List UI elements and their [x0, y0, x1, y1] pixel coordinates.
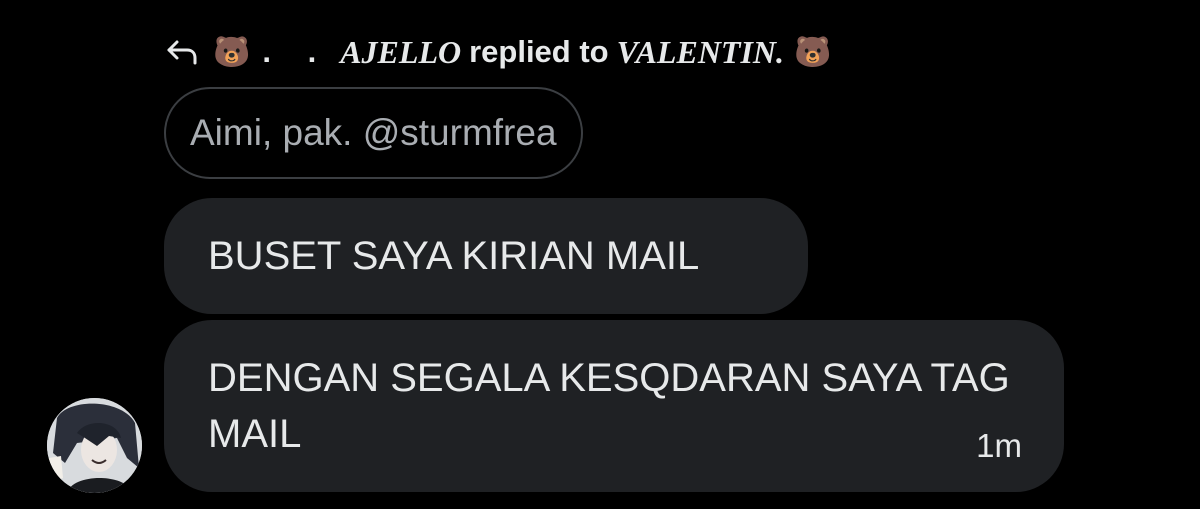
bear-emoji-icon: 🐻 [794, 34, 832, 70]
message-bubble[interactable]: DENGAN SEGALA KESQDARAN SAYA TAG MAIL 1m [164, 320, 1064, 492]
message-bubble[interactable]: BUSET SAYA KIRIAN MAIL [164, 198, 808, 314]
quoted-message-text: Aimi, pak. @sturmfrea [190, 112, 557, 153]
reply-action-text: replied to [469, 34, 609, 69]
bear-emoji-icon: 🐻 [213, 34, 251, 70]
message-timestamp: 1m [976, 427, 1022, 464]
recipient-name[interactable]: VALENTIN. [617, 34, 784, 71]
quoted-message-bubble[interactable]: Aimi, pak. @sturmfrea [164, 87, 583, 179]
decorative-dots: . . [262, 34, 331, 69]
message-text: BUSET SAYA KIRIAN MAIL [208, 234, 700, 278]
sender-name[interactable]: AJELLO [340, 34, 461, 71]
reply-context-header: 🐻 . . AJELLO replied to VALENTIN. 🐻 [165, 28, 831, 76]
user-avatar-icon [47, 398, 142, 493]
message-text: DENGAN SEGALA KESQDARAN SAYA TAG MAIL [208, 356, 1010, 456]
avatar[interactable] [47, 398, 142, 493]
reply-arrow-icon [167, 40, 197, 65]
